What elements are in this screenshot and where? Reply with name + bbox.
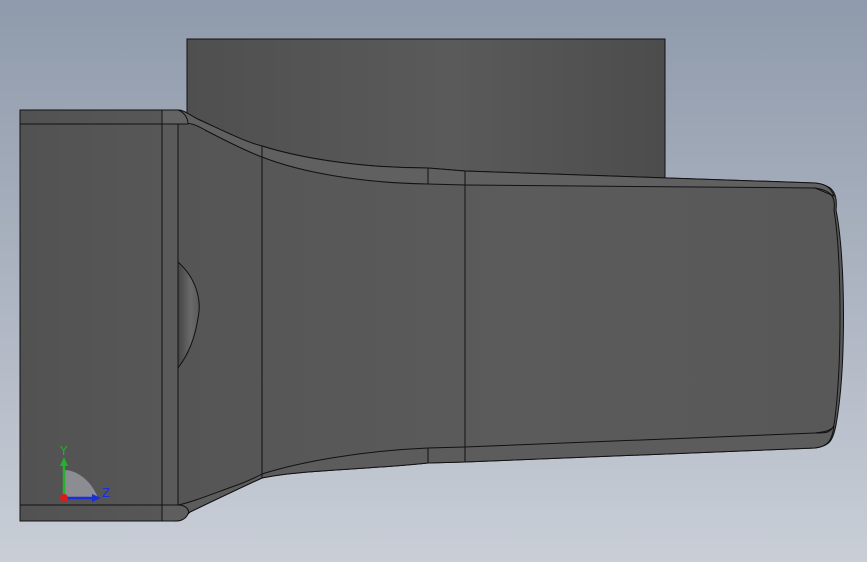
triad-y-label: Y xyxy=(59,444,68,458)
left-fillet-bottom-corner xyxy=(161,504,189,522)
triad-z-label: Z xyxy=(102,486,110,500)
3d-viewport[interactable]: Y Z xyxy=(0,0,867,562)
model-canvas[interactable]: Y Z xyxy=(0,0,867,562)
left-fillet-strip xyxy=(161,109,179,522)
left-block-face[interactable] xyxy=(19,109,163,522)
triad-x-axis-dot xyxy=(60,494,68,502)
